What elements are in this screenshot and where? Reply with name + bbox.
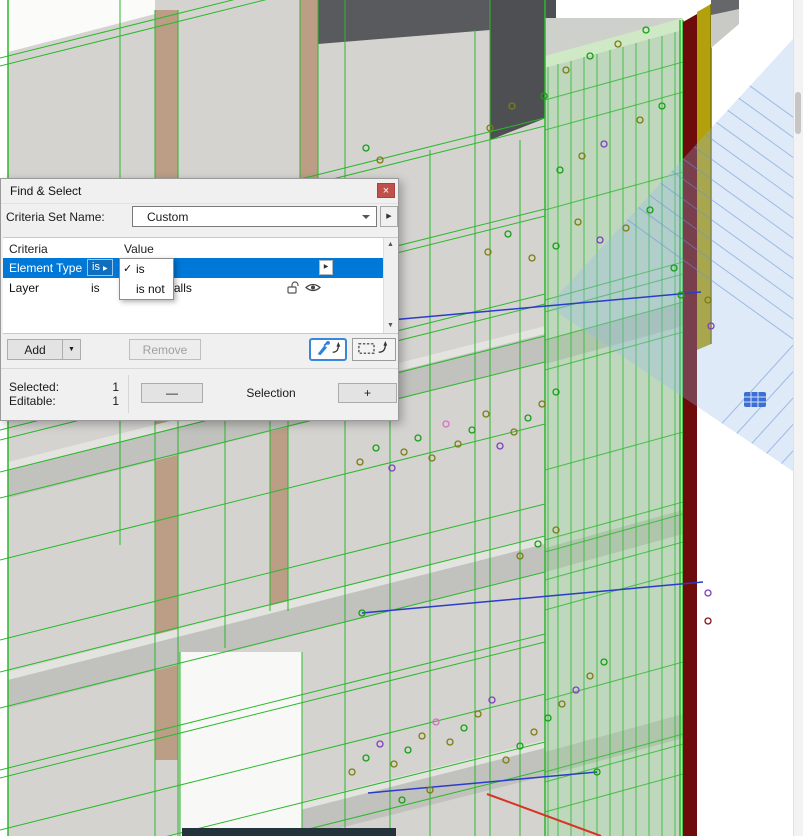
list-scrollbar[interactable]: ▲ ▼ bbox=[383, 238, 398, 333]
pick-up-settings-button[interactable] bbox=[309, 338, 347, 361]
eye-icon[interactable] bbox=[305, 281, 321, 294]
menu-item-label: is bbox=[136, 262, 145, 276]
dark-beam[interactable] bbox=[182, 828, 396, 836]
add-dropdown-button[interactable]: ▼ bbox=[62, 339, 81, 360]
chevron-down-icon bbox=[362, 215, 370, 219]
criteria-name: Layer bbox=[9, 281, 40, 295]
scrollbar-thumb[interactable] bbox=[795, 92, 801, 134]
operator-value: is bbox=[92, 261, 100, 273]
column-header-criteria: Criteria bbox=[9, 242, 48, 256]
check-icon: ✓ bbox=[123, 263, 133, 275]
criteria-row-layer[interactable]: Layer is Walls bbox=[3, 278, 384, 298]
close-button[interactable]: × bbox=[377, 183, 395, 198]
arrow-right-icon: ▶ bbox=[102, 266, 108, 272]
select-plus-button[interactable]: + bbox=[338, 383, 397, 403]
row-flyout-button[interactable]: ▶ bbox=[319, 260, 333, 275]
archicad-window: Find & Select × Criteria Set Name: Custo… bbox=[0, 0, 803, 836]
selection-label: Selection bbox=[246, 386, 296, 400]
wall-opening bbox=[180, 652, 302, 836]
maroon-wall[interactable] bbox=[683, 14, 697, 836]
marquee-icon bbox=[358, 340, 388, 354]
menu-item-is-not[interactable]: is not bbox=[120, 279, 173, 299]
grid-handle-icon[interactable] bbox=[744, 392, 766, 407]
eyedropper-icon bbox=[317, 340, 341, 356]
curtain-wall[interactable] bbox=[544, 0, 684, 836]
add-button[interactable]: Add bbox=[7, 339, 63, 360]
criteria-row-element-type[interactable]: Element Type is ▶ ▶ bbox=[3, 258, 384, 278]
scroll-down-icon[interactable]: ▼ bbox=[384, 319, 397, 333]
selected-count: 1 bbox=[112, 380, 119, 394]
criteria-set-value: Custom bbox=[147, 210, 189, 224]
separator bbox=[1, 368, 398, 369]
separator bbox=[128, 375, 129, 413]
column-header-value: Value bbox=[124, 242, 154, 256]
operator-value: is bbox=[91, 281, 100, 295]
editable-count: 1 bbox=[112, 394, 119, 408]
menu-item-label: is not bbox=[136, 282, 165, 296]
marquee-selection-button[interactable] bbox=[352, 338, 396, 361]
scroll-up-icon[interactable]: ▲ bbox=[384, 238, 397, 252]
unlock-icon[interactable] bbox=[286, 281, 300, 295]
criteria-name: Element Type bbox=[9, 261, 83, 275]
selected-label: Selected: bbox=[9, 380, 60, 394]
criteria-set-combobox[interactable]: Custom bbox=[132, 206, 377, 227]
deselect-button[interactable]: — bbox=[141, 383, 203, 403]
operator-dropdown[interactable]: is ▶ bbox=[87, 259, 113, 276]
editable-label: Editable: bbox=[9, 394, 56, 408]
operator-dropdown-menu: ✓ is is not bbox=[119, 258, 174, 300]
criteria-list: Criteria Value Element Type is ▶ ▶ Layer … bbox=[3, 237, 398, 334]
criteria-set-flyout-button[interactable]: ▶ bbox=[380, 206, 398, 227]
find-select-dialog: Find & Select × Criteria Set Name: Custo… bbox=[0, 178, 399, 421]
dialog-titlebar[interactable]: Find & Select × bbox=[1, 179, 398, 204]
remove-button[interactable]: Remove bbox=[129, 339, 201, 360]
criteria-set-label: Criteria Set Name: bbox=[6, 210, 105, 224]
dialog-title: Find & Select bbox=[10, 184, 82, 198]
menu-item-is[interactable]: ✓ is bbox=[120, 259, 173, 279]
view-vertical-scrollbar[interactable] bbox=[793, 0, 803, 836]
